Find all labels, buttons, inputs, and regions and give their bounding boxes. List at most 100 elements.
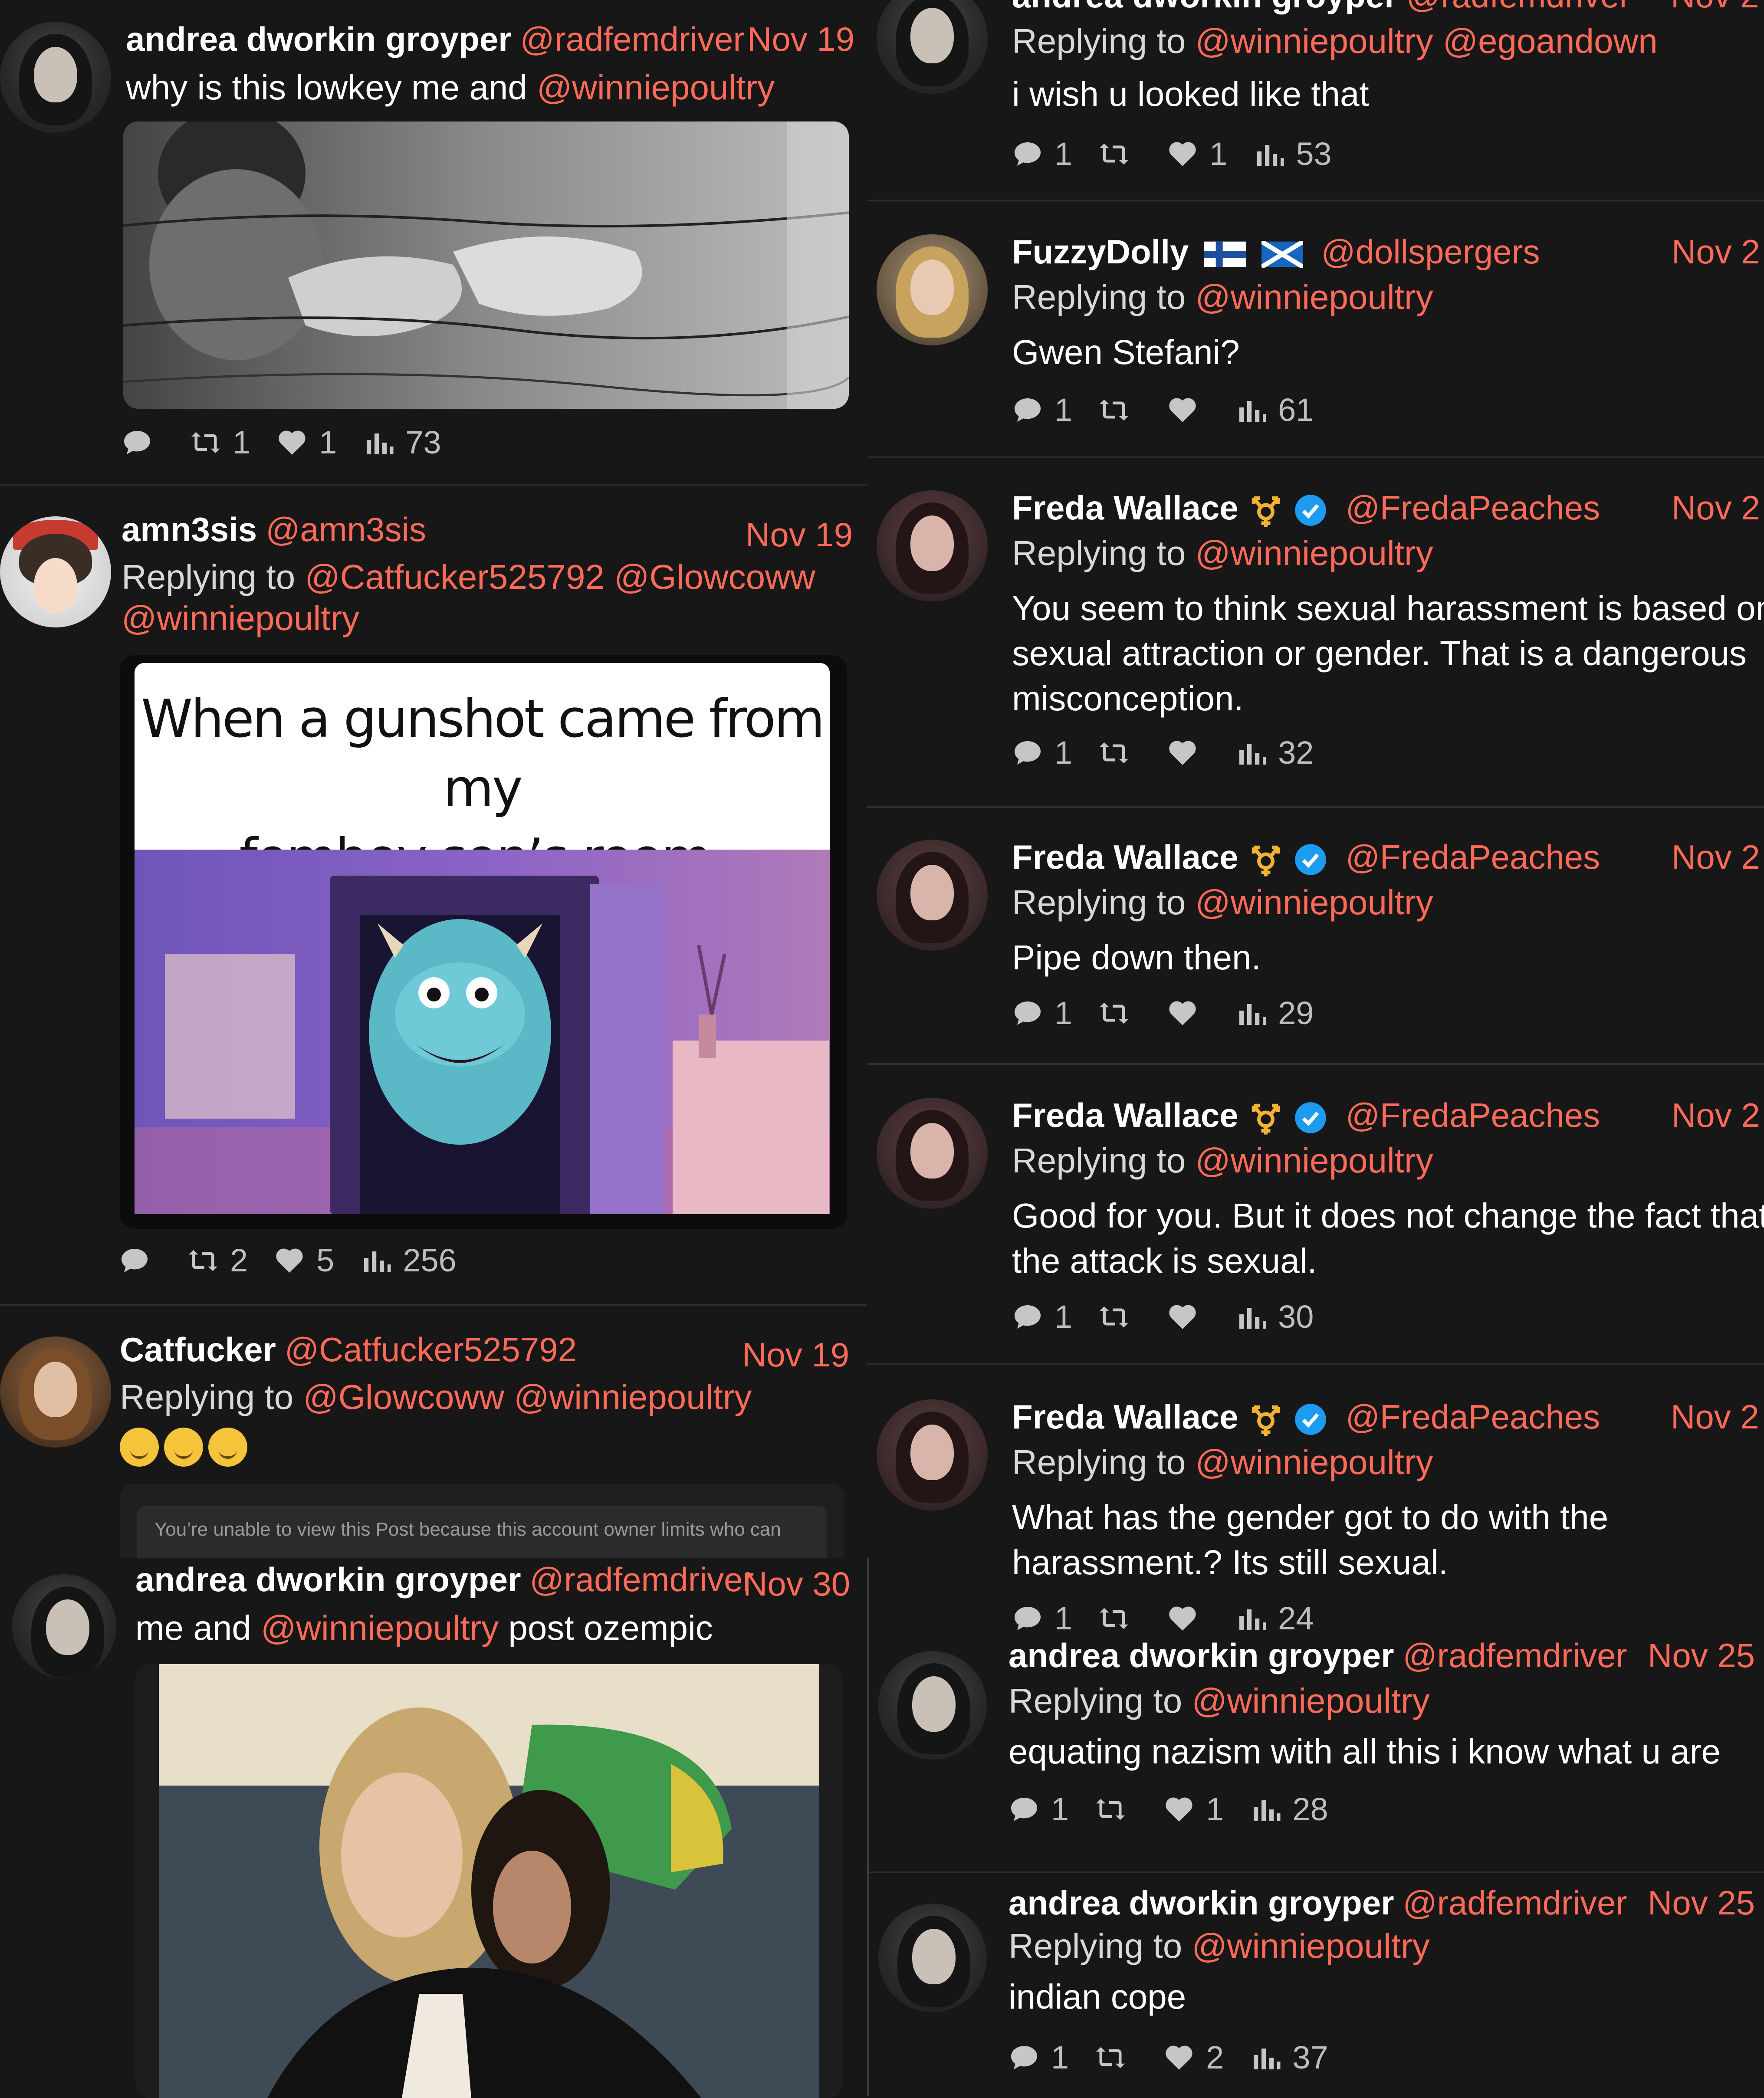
- like-button[interactable]: 5: [274, 1241, 334, 1280]
- tweet-date[interactable]: Nov 2: [1671, 1395, 1759, 1438]
- tweet-card[interactable]: andrea dworkin groyper@radfemdriver Nov …: [869, 1634, 1764, 1868]
- display-name[interactable]: Freda Wallace: [1012, 1096, 1238, 1134]
- mention-link[interactable]: @Glowcoww @winniepoultry: [303, 1378, 752, 1416]
- tweet-date[interactable]: Nov 25: [1648, 1634, 1755, 1677]
- reply-button[interactable]: 1: [1012, 1599, 1072, 1638]
- user-handle[interactable]: @dollspergers: [1321, 233, 1540, 271]
- display-name[interactable]: Freda Wallace: [1012, 1398, 1238, 1436]
- views-button[interactable]: 24: [1235, 1599, 1314, 1638]
- display-name[interactable]: Freda Wallace: [1012, 838, 1238, 876]
- tweet-date[interactable]: Nov 2: [1672, 230, 1760, 273]
- views-button[interactable]: 28: [1250, 1790, 1328, 1829]
- avatar[interactable]: [877, 1399, 988, 1510]
- like-button[interactable]: 1: [276, 423, 337, 462]
- display-name[interactable]: andrea dworkin groyper: [1012, 0, 1398, 15]
- views-button[interactable]: 53: [1253, 135, 1332, 174]
- mention-link[interactable]: @winniepoultry: [1195, 278, 1433, 316]
- tweet-card[interactable]: andrea dworkin groyper@radfemdriver Nov …: [0, 1558, 866, 2098]
- avatar[interactable]: [0, 22, 111, 133]
- tweet-media-photo[interactable]: [135, 1664, 843, 2098]
- reply-button[interactable]: 1: [1008, 1790, 1069, 1829]
- views-button[interactable]: 29: [1235, 994, 1314, 1033]
- like-button[interactable]: [1167, 998, 1209, 1029]
- user-handle[interactable]: @amn3sis: [266, 510, 426, 548]
- reply-button[interactable]: 1: [1012, 135, 1072, 174]
- display-name[interactable]: Freda Wallace: [1012, 489, 1238, 527]
- retweet-button[interactable]: 1: [190, 423, 250, 462]
- tweet-date[interactable]: Nov 2: [1672, 1093, 1760, 1137]
- user-handle[interactable]: @radfemdriver: [1406, 0, 1631, 15]
- views-button[interactable]: 30: [1235, 1297, 1314, 1336]
- reply-button[interactable]: 1: [1012, 733, 1072, 772]
- avatar[interactable]: [877, 234, 988, 345]
- views-button[interactable]: 61: [1235, 391, 1314, 430]
- retweet-button[interactable]: [1098, 1603, 1141, 1634]
- mention-link[interactable]: @winniepoultry: [261, 1609, 499, 1647]
- reply-button[interactable]: 1: [1012, 994, 1072, 1033]
- retweet-button[interactable]: [1098, 394, 1141, 426]
- tweet-date[interactable]: Nov 25: [1648, 1881, 1755, 1924]
- user-handle[interactable]: @FredaPeaches: [1346, 489, 1600, 527]
- avatar[interactable]: [0, 1336, 111, 1448]
- user-handle[interactable]: @FredaPeaches: [1346, 1096, 1600, 1134]
- retweet-button[interactable]: 2: [187, 1241, 248, 1280]
- user-handle[interactable]: @radfemdriver: [520, 20, 745, 58]
- mention-link[interactable]: @winniepoultry: [1195, 534, 1433, 572]
- retweet-button[interactable]: [1095, 1794, 1137, 1825]
- user-handle[interactable]: @radfemdriver: [1403, 1636, 1627, 1674]
- reply-button[interactable]: 1: [1012, 391, 1072, 430]
- tweet-date[interactable]: Nov 2: [1672, 486, 1760, 529]
- like-button[interactable]: 1: [1167, 135, 1227, 174]
- tweet-date[interactable]: Nov 2: [1672, 835, 1760, 879]
- tweet-date[interactable]: Nov 2: [1671, 0, 1759, 17]
- tweet-date[interactable]: Nov 19: [742, 1333, 849, 1376]
- avatar[interactable]: [878, 1904, 987, 2012]
- display-name[interactable]: andrea dworkin groyper: [1008, 1636, 1394, 1674]
- views-button[interactable]: 256: [360, 1241, 457, 1280]
- like-button[interactable]: [1167, 1301, 1209, 1333]
- mention-link[interactable]: @winniepoultry: [537, 68, 775, 107]
- like-button[interactable]: [1167, 394, 1209, 426]
- mention-link[interactable]: @winniepoultry: [1192, 1927, 1429, 1965]
- tweet-media-meme[interactable]: When a gunshot came from my femboy son’s…: [120, 655, 847, 1229]
- avatar[interactable]: [12, 1574, 116, 1678]
- retweet-button[interactable]: [1098, 998, 1141, 1029]
- display-name[interactable]: FuzzyDolly: [1012, 233, 1189, 271]
- display-name[interactable]: andrea dworkin groyper: [135, 1560, 521, 1599]
- views-button[interactable]: 37: [1250, 2038, 1328, 2077]
- retweet-button[interactable]: [1098, 1301, 1141, 1333]
- display-name[interactable]: amn3sis: [122, 510, 257, 548]
- tweet-card[interactable]: FuzzyDolly @dollspergers Nov 2 Replying …: [877, 230, 1764, 447]
- mention-link[interactable]: @winniepoultry @egoandown: [1195, 22, 1657, 60]
- avatar[interactable]: [877, 840, 988, 951]
- tweet-card[interactable]: Freda Wallace @FredaPeaches Nov 2 Replyi…: [877, 486, 1764, 790]
- mention-link[interactable]: @winniepoultry: [1195, 1141, 1433, 1180]
- display-name[interactable]: andrea dworkin groyper: [1008, 1884, 1394, 1922]
- avatar[interactable]: [0, 516, 111, 627]
- views-button[interactable]: 73: [363, 423, 441, 462]
- avatar[interactable]: [877, 0, 988, 94]
- retweet-button[interactable]: [1098, 737, 1141, 768]
- tweet-date[interactable]: Nov 19: [746, 513, 853, 556]
- mention-link[interactable]: @winniepoultry: [1192, 1681, 1429, 1720]
- like-button[interactable]: [1167, 737, 1209, 768]
- like-button[interactable]: 2: [1163, 2038, 1224, 2077]
- tweet-card[interactable]: andrea dworkin groyper@radfemdriver Nov …: [0, 13, 864, 486]
- mention-link[interactable]: @winniepoultry: [122, 599, 359, 637]
- avatar[interactable]: [877, 490, 988, 601]
- retweet-button[interactable]: [1098, 138, 1141, 170]
- tweet-card[interactable]: Freda Wallace @FredaPeaches Nov 2 Replyi…: [877, 1395, 1764, 1638]
- views-button[interactable]: 32: [1235, 733, 1314, 772]
- reply-button[interactable]: 1: [1012, 1297, 1072, 1336]
- tweet-card[interactable]: Freda Wallace @FredaPeaches Nov 2 Replyi…: [877, 1093, 1764, 1354]
- like-button[interactable]: 1: [1163, 1790, 1224, 1829]
- tweet-card[interactable]: andrea dworkin groyper @radfemdriver Nov …: [877, 0, 1764, 195]
- tweet-card[interactable]: amn3sis @amn3sis Nov 19 Replying to @Catf…: [0, 508, 864, 1289]
- mention-link[interactable]: @winniepoultry: [1195, 1443, 1433, 1481]
- tweet-date[interactable]: Nov 19: [747, 17, 854, 61]
- tweet-media-photo[interactable]: [123, 121, 849, 409]
- mention-link[interactable]: @winniepoultry: [1195, 883, 1433, 922]
- avatar[interactable]: [877, 1098, 988, 1209]
- tweet-card[interactable]: andrea dworkin groyper@radfemdriver Nov …: [869, 1881, 1764, 2096]
- user-handle[interactable]: @FredaPeaches: [1346, 1398, 1600, 1436]
